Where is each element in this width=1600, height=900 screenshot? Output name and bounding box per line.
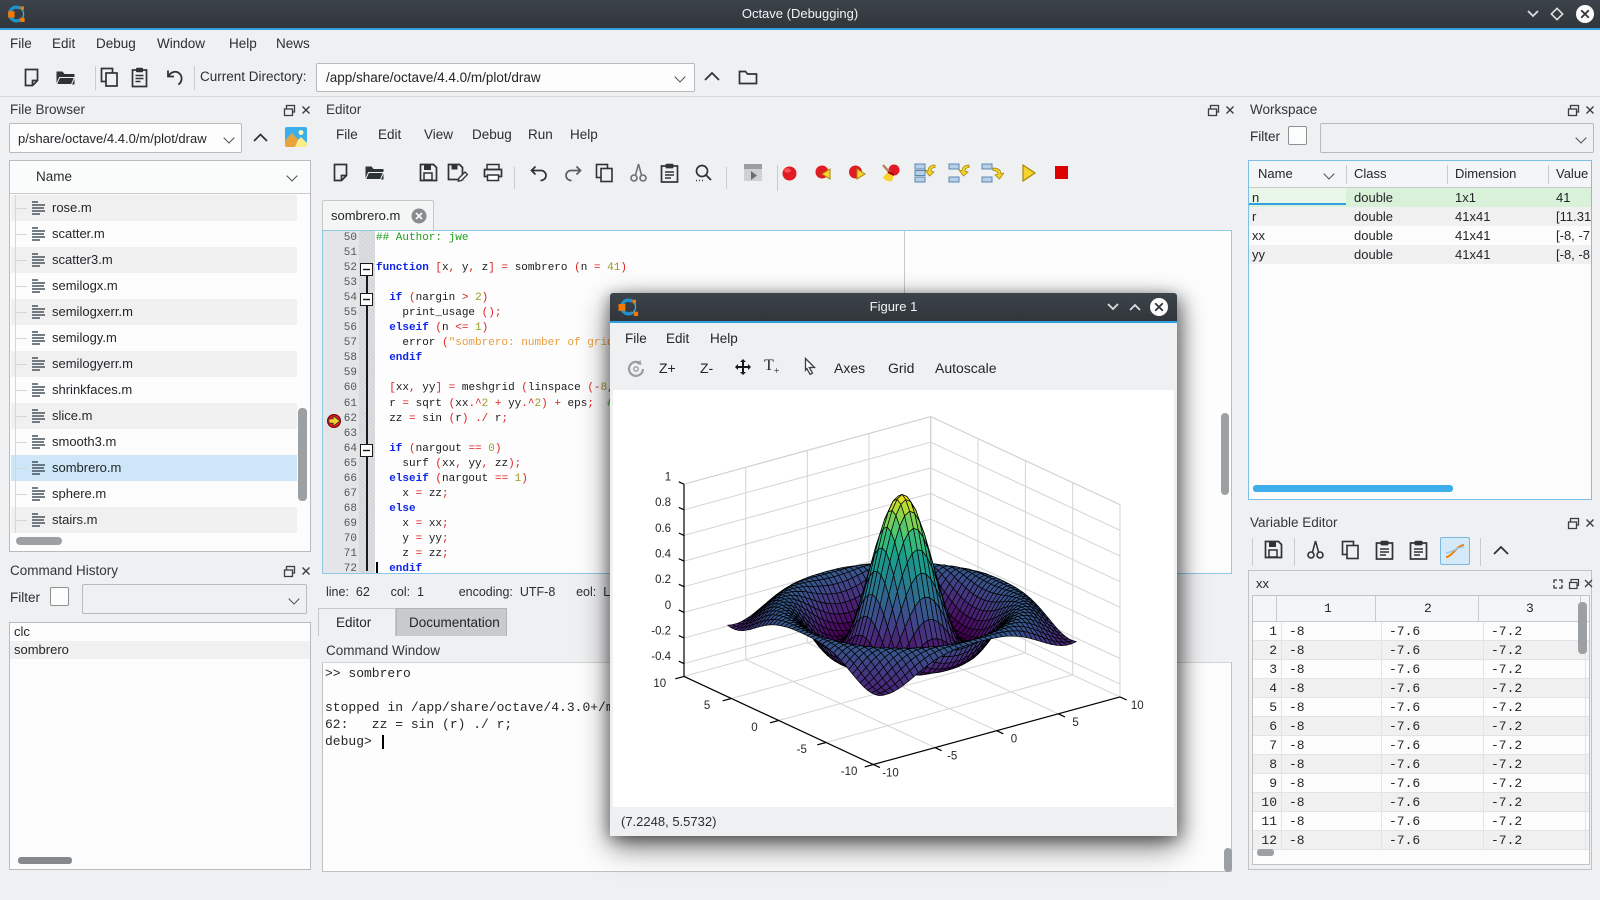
svg-text:10: 10 [1131,700,1144,712]
svg-text:0: 0 [751,722,757,734]
svg-text:5: 5 [1072,717,1078,729]
svg-text:1: 1 [665,472,671,484]
svg-text:10: 10 [653,678,666,690]
svg-text:0.2: 0.2 [655,574,671,586]
svg-text:0.8: 0.8 [655,497,671,509]
svg-text:0: 0 [665,600,671,612]
svg-text:-5: -5 [797,744,807,756]
svg-text:0: 0 [1011,734,1017,746]
svg-text:-10: -10 [841,766,858,778]
svg-text:0.6: 0.6 [655,523,671,535]
svg-text:5: 5 [704,700,710,712]
svg-text:-5: -5 [947,751,957,763]
svg-text:-10: -10 [882,768,899,780]
svg-text:0.4: 0.4 [655,549,672,561]
svg-text:-0.4: -0.4 [651,651,671,663]
svg-text:-0.2: -0.2 [651,625,671,637]
